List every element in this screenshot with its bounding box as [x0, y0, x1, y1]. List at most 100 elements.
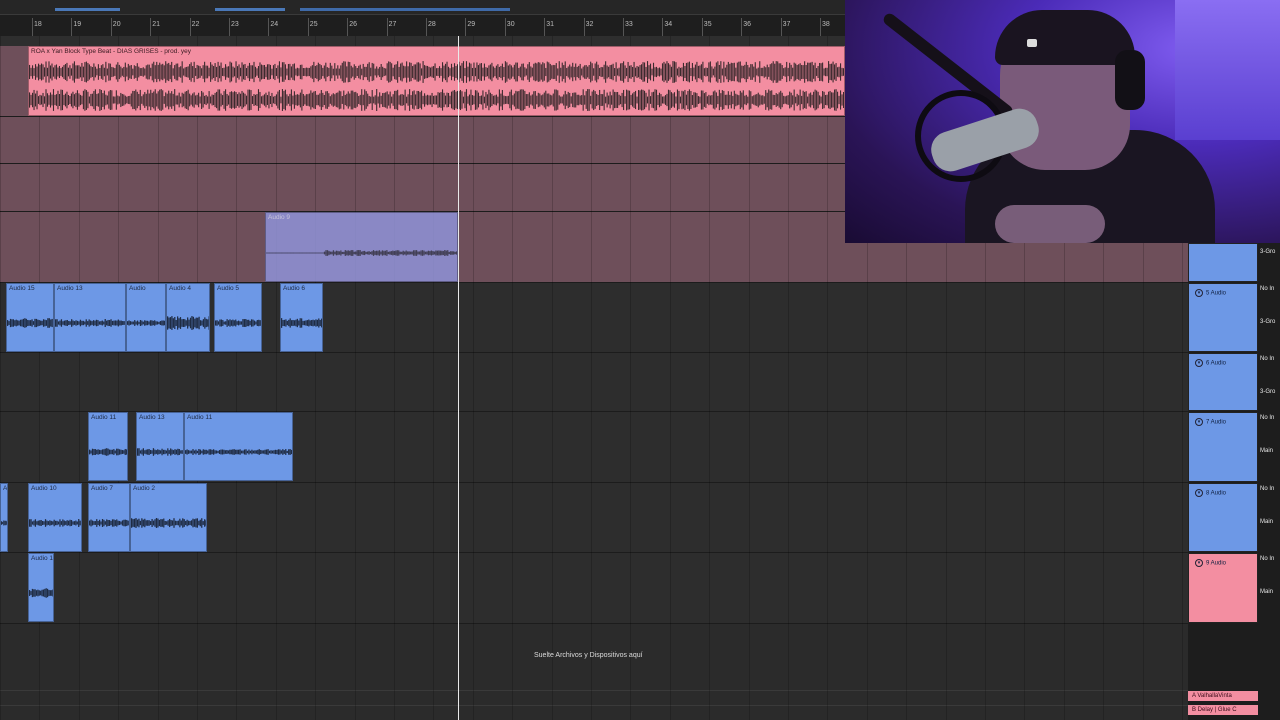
ruler-tick — [820, 18, 821, 36]
audio-clip[interactable]: Audio 2 — [130, 483, 207, 552]
track-header-7-audio[interactable]: ▾ 7 Audio — [1188, 412, 1258, 482]
fold-icon[interactable]: ▾ — [1195, 289, 1203, 297]
overview-viewport[interactable] — [300, 8, 510, 11]
input-routing[interactable]: No In — [1260, 415, 1274, 421]
audio-clip[interactable]: Audio 1 — [28, 553, 54, 622]
ruler-tick — [426, 18, 427, 36]
clip-title: Audio 13 — [139, 414, 165, 421]
waveform — [215, 319, 261, 327]
track-name[interactable]: ▾ 9 Audio — [1195, 559, 1226, 567]
grid-line — [709, 36, 710, 720]
grid-line — [118, 36, 119, 720]
output-routing[interactable]: Main — [1260, 589, 1273, 595]
audio-clip[interactable]: Audio 11 — [184, 412, 293, 481]
audio-clip[interactable]: Audio 15 — [6, 283, 54, 352]
audio-clip[interactable]: Audio 4 — [166, 283, 210, 352]
ruler-bar-label: 35 — [703, 21, 712, 28]
audio-clip[interactable]: Audio 13 — [54, 283, 126, 352]
audio-clip[interactable]: Audio 6 — [280, 283, 323, 352]
waveform — [29, 61, 844, 111]
grid-line — [512, 36, 513, 720]
audio-clip[interactable]: A — [0, 483, 8, 552]
ruler-bar-label: 27 — [388, 21, 397, 28]
audio-clip[interactable]: Audio — [126, 283, 166, 352]
ruler-bar-label: 29 — [467, 21, 476, 28]
ruler-tick — [701, 18, 703, 36]
grid-line — [591, 36, 592, 720]
ruler-tick — [662, 18, 664, 36]
grid-line — [355, 36, 356, 720]
waveform — [7, 318, 53, 328]
output-routing[interactable]: 3-Gro — [1260, 389, 1275, 395]
return-track-b[interactable]: B Delay | Glue C — [1188, 705, 1258, 715]
ruler-tick — [741, 18, 743, 36]
audio-clip-main-beat[interactable]: ROA x Yan Block Type Beat - DIAS GRISES … — [28, 46, 845, 116]
ruler-bar-label: 19 — [73, 21, 82, 28]
grid-line — [788, 36, 789, 720]
playhead[interactable] — [458, 36, 459, 720]
hands — [995, 205, 1105, 243]
waveform — [89, 519, 129, 527]
clip-title: Audio 1 — [31, 555, 54, 562]
cap-logo-icon — [1027, 39, 1037, 47]
track-header-5-audio[interactable]: ▾ 5 Audio — [1188, 283, 1258, 352]
output-routing[interactable]: Main — [1260, 519, 1273, 525]
grid-line — [79, 36, 80, 720]
audio-clip[interactable]: Audio 7 — [88, 483, 130, 552]
ruler-bar-label: 37 — [782, 21, 791, 28]
arrangement-overview[interactable] — [0, 0, 845, 15]
audio-clip[interactable]: Audio 10 — [28, 483, 82, 552]
output-routing[interactable]: Main — [1260, 448, 1273, 454]
audio-clip[interactable]: Audio 11 — [88, 412, 128, 481]
input-routing[interactable]: No In — [1260, 486, 1274, 492]
ruler-bar-label: 22 — [191, 21, 200, 28]
fold-icon[interactable]: ▾ — [1195, 559, 1203, 567]
waveform — [167, 316, 209, 330]
track-name[interactable]: ▾ 7 Audio — [1195, 418, 1226, 426]
output-routing[interactable]: 3-Gro — [1260, 319, 1275, 325]
ruler-bar-label: 28 — [428, 21, 436, 28]
drop-files-hint: Suelte Archivos y Dispositivos aquí — [534, 652, 643, 659]
clip-title: Audio 7 — [91, 485, 114, 492]
fold-icon[interactable]: ▾ — [1195, 489, 1203, 497]
waveform — [1, 520, 7, 526]
waveform — [185, 449, 292, 455]
grid-line — [827, 36, 828, 720]
audio-clip[interactable]: Audio 5 — [214, 283, 262, 352]
grid-line — [158, 36, 159, 720]
audio-clip[interactable]: Audio 13 — [136, 412, 184, 481]
track-name[interactable]: ▾ 5 Audio — [1195, 289, 1226, 297]
ruler-tick — [544, 18, 546, 36]
group-track-header[interactable] — [1188, 243, 1258, 282]
clip-title: Audio 10 — [31, 485, 57, 492]
input-routing[interactable]: No In — [1260, 286, 1274, 292]
audio-clip-audio-9[interactable]: Audio 9 — [265, 212, 458, 282]
overview-region — [55, 8, 120, 11]
ruler-tick — [71, 18, 73, 36]
track-header-6-audio[interactable]: ▾ 6 Audio — [1188, 353, 1258, 411]
clip-title: ROA x Yan Block Type Beat - DIAS GRISES … — [31, 48, 192, 55]
track-name[interactable]: ▾ 6 Audio — [1195, 359, 1226, 367]
output-routing[interactable]: 3-Gro — [1260, 249, 1275, 255]
waveform — [131, 518, 206, 528]
grid-line — [0, 36, 1, 720]
waveform — [137, 448, 183, 456]
ruler-bar-label: 38 — [822, 21, 830, 28]
return-track-a[interactable]: A ValhallaVinta — [1188, 691, 1258, 701]
waveform — [281, 318, 322, 328]
waveform — [127, 320, 165, 326]
track-lane-6-audio[interactable] — [0, 353, 1188, 411]
input-routing[interactable]: No In — [1260, 556, 1274, 562]
ruler-bar-label: 23 — [231, 21, 239, 28]
ruler-tick — [110, 18, 112, 36]
ruler-tick — [465, 18, 467, 36]
fold-icon[interactable]: ▾ — [1195, 359, 1203, 367]
waveform — [29, 519, 81, 527]
track-header-9-audio[interactable]: ▾ 9 Audio — [1188, 553, 1258, 623]
grid-line — [433, 36, 434, 720]
track-name[interactable]: ▾ 8 Audio — [1195, 489, 1226, 497]
track-lane-9-audio[interactable] — [0, 553, 1188, 623]
track-header-8-audio[interactable]: ▾ 8 Audio — [1188, 483, 1258, 552]
input-routing[interactable]: No In — [1260, 356, 1274, 362]
fold-icon[interactable]: ▾ — [1195, 418, 1203, 426]
